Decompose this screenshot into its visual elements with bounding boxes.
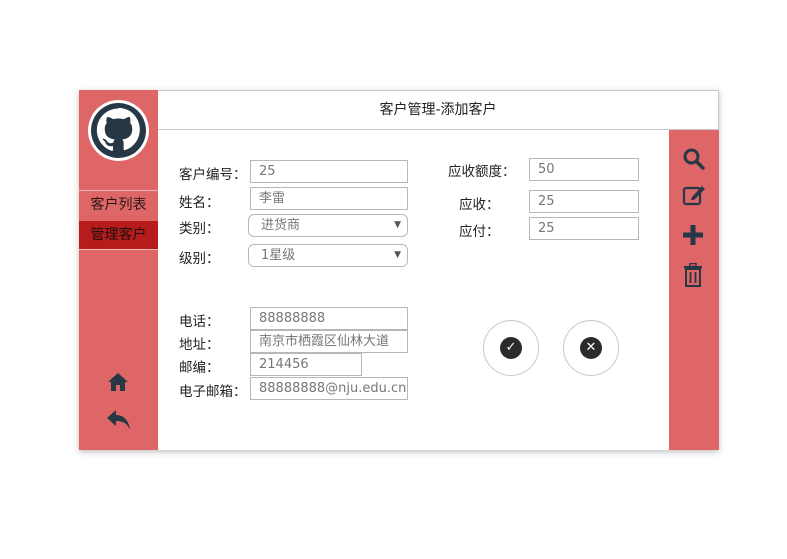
header-bar: 客户管理-添加客户 — [158, 90, 719, 130]
dropdown-arrow-icon: ▼ — [394, 220, 401, 230]
payable-field[interactable]: 25 — [529, 217, 639, 240]
customer-id-label: 客户编号： — [179, 167, 247, 183]
delete-icon[interactable] — [683, 262, 703, 291]
customer-form: 客户编号： 25 姓名： 李雷 类别： 进货商 ▼ 级别： 1星级 ▼ 应收额度… — [158, 130, 669, 450]
page-title: 客户管理-添加客户 — [379, 102, 497, 118]
app-window: 客户列表 管理客户 客户管理-添加客户 客户编号： 25 姓名： 李雷 类别： … — [79, 90, 719, 450]
name-label: 姓名： — [179, 195, 220, 211]
address-label: 地址： — [179, 337, 220, 353]
phone-field[interactable]: 88888888 — [250, 307, 408, 330]
dropdown-arrow-icon: ▼ — [394, 250, 401, 260]
name-field[interactable]: 李雷 — [250, 187, 408, 210]
phone-label: 电话： — [179, 314, 220, 330]
search-icon[interactable] — [682, 147, 706, 175]
check-icon: ✓ — [500, 337, 522, 359]
category-select[interactable]: 进货商 ▼ — [248, 214, 408, 237]
postcode-label: 邮编： — [179, 360, 220, 376]
cancel-button[interactable]: ✕ — [563, 320, 619, 376]
category-value: 进货商 — [261, 218, 301, 233]
edit-icon[interactable] — [682, 183, 706, 211]
octocat-icon — [91, 103, 146, 158]
nav-divider — [79, 249, 158, 250]
github-logo — [88, 100, 149, 161]
left-sidebar: 客户列表 管理客户 — [79, 90, 158, 450]
receivable-limit-label: 应收额度： — [448, 164, 516, 180]
add-icon[interactable] — [682, 224, 704, 250]
category-label: 类别： — [179, 221, 220, 237]
confirm-button[interactable]: ✓ — [483, 320, 539, 376]
customer-id-field[interactable]: 25 — [250, 160, 408, 183]
close-icon: ✕ — [580, 337, 602, 359]
level-select[interactable]: 1星级 ▼ — [248, 244, 408, 267]
receivable-limit-field[interactable]: 50 — [529, 158, 639, 181]
address-field[interactable]: 南京市栖霞区仙林大道 — [250, 330, 408, 353]
sidebar-item-manage-customer[interactable]: 管理客户 — [79, 221, 158, 249]
back-icon[interactable] — [106, 408, 132, 436]
receivable-field[interactable]: 25 — [529, 190, 639, 213]
home-icon[interactable] — [107, 372, 129, 396]
level-value: 1星级 — [261, 248, 296, 263]
email-field[interactable]: 88888888@nju.edu.cn — [250, 377, 408, 400]
receivable-label: 应收： — [459, 197, 500, 213]
payable-label: 应付： — [459, 224, 500, 240]
sidebar-item-customer-list[interactable]: 客户列表 — [79, 191, 158, 219]
level-label: 级别： — [179, 251, 220, 267]
right-toolbar — [669, 130, 719, 450]
postcode-field[interactable]: 214456 — [250, 353, 362, 376]
email-label: 电子邮箱： — [179, 384, 247, 400]
